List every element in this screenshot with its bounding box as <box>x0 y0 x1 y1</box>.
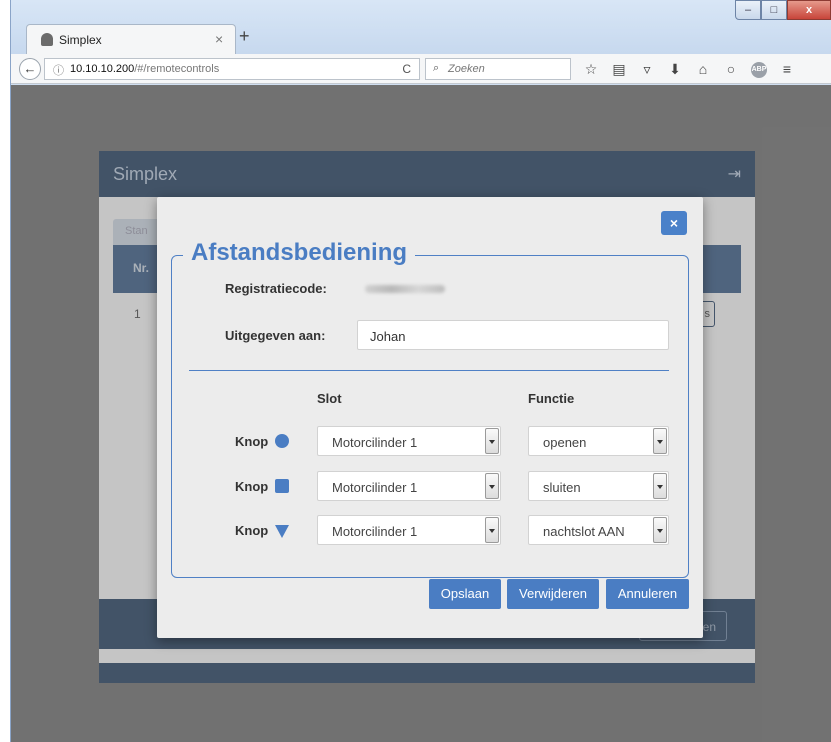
search-bar[interactable]: ⌕ Zoeken <box>425 58 571 80</box>
url-path: /#/remotecontrols <box>134 63 220 75</box>
tab-title: Simplex <box>59 33 102 47</box>
reload-icon[interactable]: C <box>402 62 411 76</box>
functie-column-header: Functie <box>528 391 575 406</box>
chevron-down-icon[interactable] <box>653 473 667 499</box>
slot-select-1[interactable]: Motorcilinder 1 <box>317 426 501 456</box>
search-icon: ⌕ <box>433 62 440 74</box>
slot-select-3[interactable]: Motorcilinder 1 <box>317 515 501 545</box>
menu-icon[interactable]: ≡ <box>773 58 801 80</box>
adblock-label: ABP <box>751 62 767 78</box>
navigation-bar: ← ⓘ 10.10.10.200/#/remotecontrols C ⌕ Zo… <box>11 54 831 84</box>
chevron-down-icon[interactable] <box>485 473 499 499</box>
slot-select-1-value: Motorcilinder 1 <box>332 435 418 450</box>
cancel-button[interactable]: Annuleren <box>606 579 689 609</box>
knop-label: Knop <box>235 523 269 538</box>
save-button[interactable]: Opslaan <box>429 579 501 609</box>
knop-label: Knop <box>235 479 269 494</box>
browser-tab[interactable]: Simplex × <box>26 24 236 54</box>
adblock-icon[interactable]: ABP <box>745 58 773 80</box>
minimize-button[interactable]: – <box>735 0 761 20</box>
delete-button[interactable]: Verwijderen <box>507 579 599 609</box>
close-dialog-button[interactable]: × <box>661 211 687 235</box>
new-tab-button[interactable]: + <box>239 26 250 47</box>
functie-select-3[interactable]: nachtslot AAN <box>528 515 669 545</box>
maximize-button[interactable]: □ <box>761 0 787 20</box>
registratiecode-label: Registratiecode: <box>225 281 327 296</box>
registratiecode-value-blurred <box>365 285 445 293</box>
slot-select-3-value: Motorcilinder 1 <box>332 524 418 539</box>
url-text: 10.10.10.200/#/remotecontrols <box>70 63 219 75</box>
toolbar-icons: ☆ ▤ ▿ ⬇ ⌂ ○ ABP ≡ <box>577 58 801 80</box>
functie-select-3-value: nachtslot AAN <box>543 524 625 539</box>
remote-control-dialog: × Afstandsbediening Registratiecode: Uit… <box>157 197 703 638</box>
reading-list-icon[interactable]: ▤ <box>605 58 633 80</box>
functie-select-2-value: sluiten <box>543 480 581 495</box>
title-bar: Simplex × + – □ x <box>11 0 831 56</box>
bookmark-star-icon[interactable]: ☆ <box>577 58 605 80</box>
url-host: 10.10.10.200 <box>70 63 135 75</box>
close-window-button[interactable]: x <box>787 0 831 20</box>
page-viewport: Simplex ⇥ Stan Nr. 1 s en × Afstandsbedi… <box>11 85 831 742</box>
knop-label: Knop <box>235 434 269 449</box>
url-bar[interactable]: ⓘ 10.10.10.200/#/remotecontrols C <box>44 58 420 80</box>
favicon-icon <box>41 33 53 46</box>
chevron-down-icon[interactable] <box>485 428 499 454</box>
triangle-down-icon <box>275 525 289 538</box>
slot-column-header: Slot <box>317 391 342 406</box>
window-controls: – □ x <box>735 0 831 20</box>
info-icon[interactable]: ⓘ <box>53 62 64 78</box>
chevron-down-icon[interactable] <box>653 428 667 454</box>
pocket-icon[interactable]: ▿ <box>633 58 661 80</box>
downloads-icon[interactable]: ⬇ <box>661 58 689 80</box>
functie-select-1[interactable]: openen <box>528 426 669 456</box>
chevron-down-icon[interactable] <box>653 517 667 543</box>
square-icon <box>275 479 289 493</box>
uitgegeven-label: Uitgegeven aan: <box>225 328 326 343</box>
slot-select-2[interactable]: Motorcilinder 1 <box>317 471 501 501</box>
chevron-down-icon[interactable] <box>485 517 499 543</box>
home-icon[interactable]: ⌂ <box>689 58 717 80</box>
uitgegeven-input[interactable]: Johan <box>357 320 669 350</box>
browser-window: Simplex × + – □ x ← ⓘ 10.10.10.200/#/rem… <box>10 0 831 742</box>
slot-select-2-value: Motorcilinder 1 <box>332 480 418 495</box>
tab-close-icon[interactable]: × <box>215 31 223 47</box>
functie-select-1-value: openen <box>543 435 587 450</box>
functie-select-2[interactable]: sluiten <box>528 471 669 501</box>
search-placeholder: Zoeken <box>448 63 485 75</box>
dialog-title: Afstandsbediening <box>183 239 416 267</box>
back-button[interactable]: ← <box>19 58 41 80</box>
form-divider <box>189 370 669 371</box>
circle-icon <box>275 434 289 448</box>
chat-icon[interactable]: ○ <box>717 58 745 80</box>
